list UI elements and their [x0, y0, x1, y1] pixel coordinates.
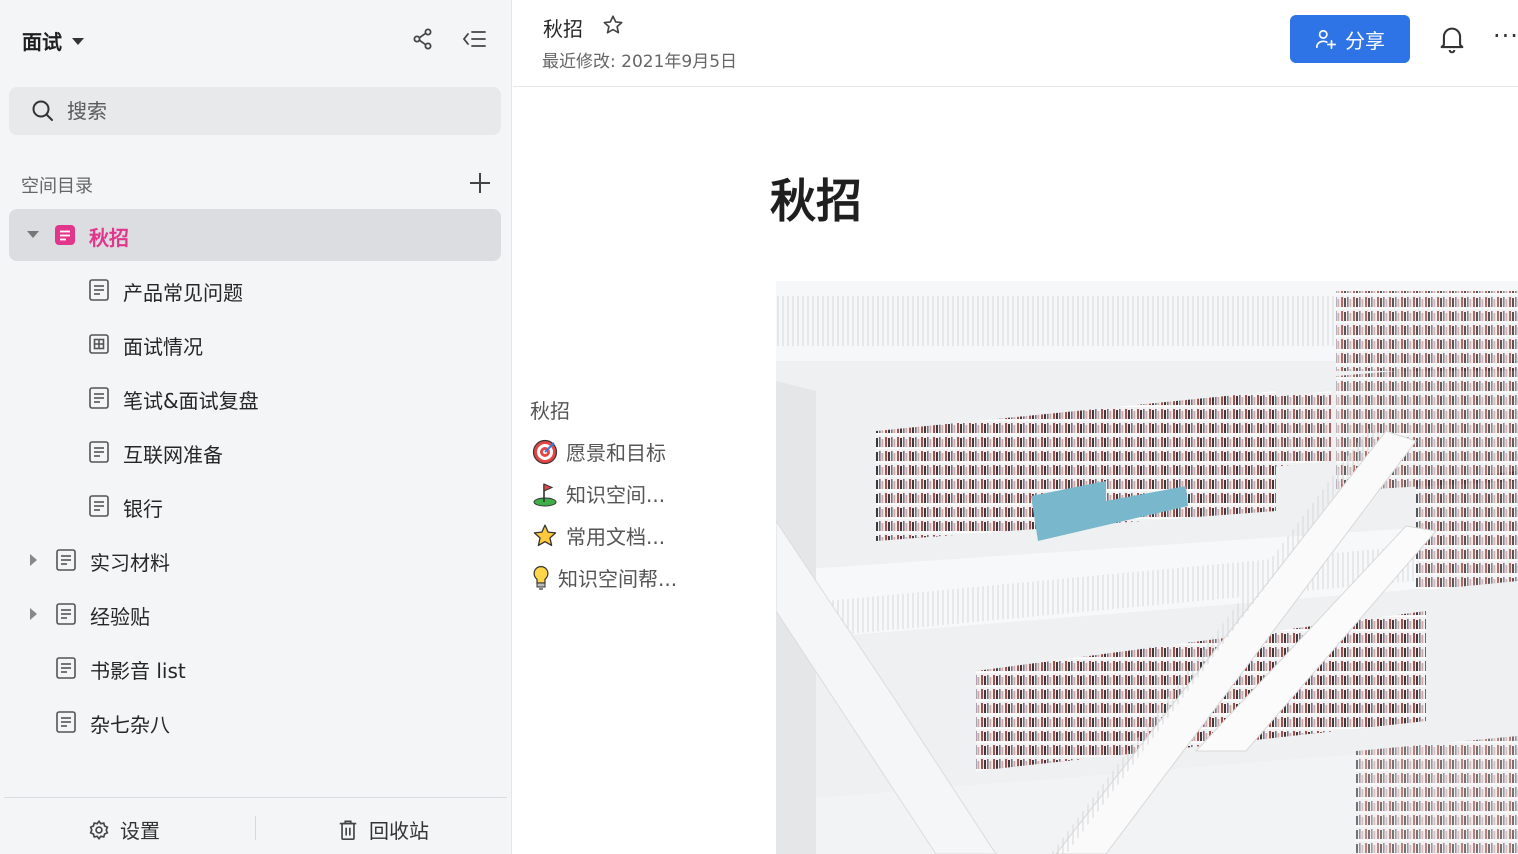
tree-item-label: 实习材料	[90, 551, 170, 575]
share-button[interactable]: 分享	[1290, 15, 1410, 63]
trash-icon	[339, 819, 357, 840]
settings-label: 设置	[120, 819, 160, 843]
toc-label: 知识空间帮...	[558, 567, 678, 591]
add-page-button[interactable]	[467, 170, 493, 196]
workspace-switcher[interactable]: 面试	[22, 26, 84, 55]
document-icon	[89, 279, 109, 301]
bell-icon[interactable]	[1438, 24, 1466, 54]
sidebar: 面试 空间目录 秋招	[0, 0, 512, 854]
star-icon	[533, 524, 557, 546]
target-icon	[532, 439, 558, 464]
document-icon	[56, 603, 76, 625]
tree-item-review[interactable]: 笔试&面试复盘	[0, 372, 500, 424]
document-icon	[89, 441, 109, 463]
toc-item-knowledge[interactable]: 知识空间...	[532, 479, 665, 508]
expand-arrow-icon[interactable]	[27, 231, 39, 238]
toc-item-help[interactable]: 知识空间帮...	[532, 563, 677, 592]
tree-item-experience[interactable]: 经验贴	[0, 588, 500, 640]
tree-item-product-faq[interactable]: 产品常见问题	[0, 264, 500, 316]
tree-item-internet-prep[interactable]: 互联网准备	[0, 426, 500, 478]
tree-item-label: 银行	[123, 497, 163, 521]
toc-item-vision[interactable]: 愿景和目标	[532, 437, 666, 466]
tree-item-media-list[interactable]: 书影音 list	[0, 642, 500, 694]
gear-icon	[89, 819, 109, 840]
tree-item-label: 面试情况	[123, 335, 203, 359]
trash-label: 回收站	[369, 819, 429, 843]
tree-item-label: 秋招	[89, 226, 129, 250]
tree-item-qiuzhao[interactable]: 秋招	[9, 209, 501, 261]
add-user-icon	[1316, 29, 1336, 49]
document-icon	[56, 711, 76, 733]
workspace-title: 面试	[22, 30, 62, 54]
tree-item-misc[interactable]: 杂七杂八	[0, 696, 500, 748]
document-icon	[55, 225, 75, 245]
document-icon	[56, 549, 76, 571]
topbar: 秋招 最近修改: 2021年9月5日 分享 ···	[513, 0, 1518, 87]
lightbulb-icon	[533, 565, 549, 590]
expand-arrow-icon[interactable]	[30, 554, 37, 566]
tree-item-internship[interactable]: 实习材料	[0, 534, 500, 586]
more-options-button[interactable]: ···	[1493, 22, 1518, 50]
search-input[interactable]	[67, 99, 467, 123]
tree-item-interview-status[interactable]: 面试情况	[0, 318, 500, 370]
search-box[interactable]	[9, 87, 501, 135]
toc-label: 愿景和目标	[566, 441, 666, 465]
toc-heading[interactable]: 秋招	[530, 395, 570, 424]
trash-button[interactable]: 回收站	[337, 815, 429, 844]
search-icon	[32, 100, 53, 121]
directory-label: 空间目录	[21, 176, 93, 197]
tree-item-label: 经验贴	[90, 605, 150, 629]
sidebar-footer: 设置 回收站	[4, 797, 507, 854]
tree-item-label: 产品常见问题	[123, 281, 243, 305]
settings-button[interactable]: 设置	[88, 815, 160, 844]
tree-item-label: 互联网准备	[123, 443, 223, 467]
caret-down-icon	[72, 38, 84, 45]
share-network-icon[interactable]	[408, 24, 438, 54]
toc-label: 常用文档...	[566, 525, 666, 549]
footer-divider	[255, 816, 256, 840]
share-label: 分享	[1345, 28, 1385, 53]
cover-image	[776, 281, 1518, 854]
expand-arrow-icon[interactable]	[30, 608, 37, 620]
document-icon	[56, 657, 76, 679]
toc-label: 知识空间...	[566, 483, 666, 507]
plus-icon	[470, 173, 490, 193]
breadcrumb-doc-title: 秋招	[543, 17, 583, 41]
document-icon	[89, 387, 109, 409]
page-title: 秋招	[770, 174, 862, 228]
tree-item-label: 杂七杂八	[90, 713, 170, 737]
tree-item-label: 书影音 list	[90, 659, 186, 683]
tree-item-label: 笔试&面试复盘	[123, 389, 259, 413]
last-modified: 最近修改: 2021年9月5日	[542, 52, 738, 72]
table-icon	[89, 334, 109, 354]
star-favorite-icon[interactable]	[602, 14, 624, 36]
document-icon	[89, 495, 109, 517]
flag-icon	[533, 482, 557, 506]
collapse-sidebar-icon[interactable]	[459, 24, 489, 54]
toc-item-common-docs[interactable]: 常用文档...	[532, 521, 665, 550]
tree-item-bank[interactable]: 银行	[0, 480, 500, 532]
